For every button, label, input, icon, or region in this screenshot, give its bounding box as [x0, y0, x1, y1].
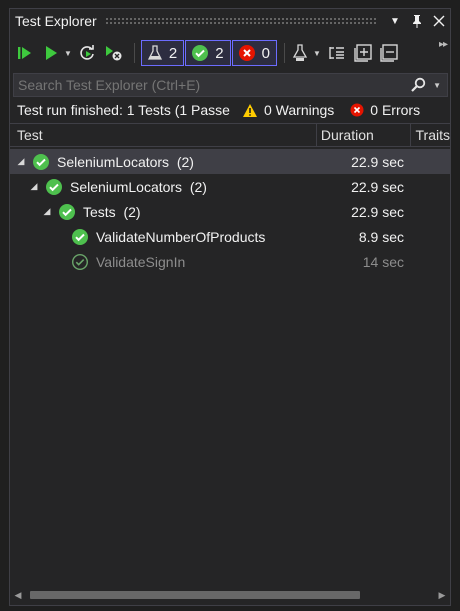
horizontal-scrollbar[interactable]: ◀ ▶ [10, 587, 450, 603]
total-tests-count: 2 [168, 44, 178, 62]
test-name: SeleniumLocators [57, 153, 170, 170]
search-options-dropdown-icon[interactable]: ▼ [433, 81, 441, 90]
toolbar-separator [133, 43, 135, 63]
tree-row[interactable]: ValidateNumberOfProducts 8.9 sec [10, 224, 450, 249]
column-header-traits[interactable]: Traits [411, 124, 450, 146]
expand-all-button[interactable] [351, 40, 375, 66]
run-all-icon [18, 47, 31, 59]
warnings-count: 0 Warnings [264, 102, 335, 118]
test-explorer-window: Test Explorer ▼ ▼ 2 2 0 ▼ ▸▸ Search Test… [9, 8, 451, 606]
scrollbar-track[interactable] [26, 591, 434, 599]
failed-icon [238, 45, 255, 61]
toolbar: ▼ 2 2 0 ▼ ▸▸ [10, 37, 450, 69]
test-count: (2) [189, 178, 207, 195]
playlist-icon [292, 44, 308, 61]
collapse-arrow-icon[interactable]: ◢ [29, 181, 39, 192]
tree-row[interactable]: ◢ Tests (2) 22.9 sec [10, 199, 450, 224]
repeat-last-run-icon [80, 45, 94, 60]
column-header-test[interactable]: Test [10, 124, 317, 146]
pin-icon[interactable] [406, 10, 428, 32]
expand-all-icon [354, 44, 372, 62]
test-duration: 8.9 sec [358, 228, 404, 245]
test-duration: 14 sec [362, 253, 404, 270]
collapse-arrow-icon[interactable]: ◢ [16, 156, 26, 167]
run-tests-button[interactable] [40, 40, 62, 66]
tree-row[interactable]: ◢ SeleniumLocators (2) 22.9 sec [10, 149, 450, 174]
tree-row[interactable]: ◢ SeleniumLocators (2) 22.9 sec [10, 174, 450, 199]
test-name: Tests [83, 203, 116, 220]
error-icon [350, 103, 364, 117]
scroll-right-icon[interactable]: ▶ [434, 590, 450, 601]
window-position-dropdown-icon[interactable]: ▼ [384, 10, 406, 32]
warnings-summary[interactable]: 0 Warnings [242, 102, 334, 118]
test-duration: 22.9 sec [351, 203, 404, 220]
errors-count: 0 Errors [370, 102, 421, 118]
run-icon [46, 46, 57, 60]
passed-icon [72, 228, 88, 245]
close-icon[interactable] [428, 10, 450, 32]
failed-tests-filter-button[interactable]: 0 [231, 40, 277, 66]
passed-icon [59, 203, 75, 220]
run-summary-bar: Test run finished: 1 Tests (1 Passed 0 W… [10, 99, 450, 121]
search-input[interactable] [14, 77, 404, 93]
scroll-left-icon[interactable]: ◀ [10, 590, 26, 601]
scrollbar-thumb[interactable] [30, 591, 360, 599]
test-duration: 22.9 sec [351, 178, 404, 195]
test-table-header: Test Duration Traits [10, 123, 450, 147]
window-title: Test Explorer [15, 13, 97, 29]
flask-icon [147, 45, 162, 60]
run-status-text: Test run finished: 1 Tests (1 Passed [17, 102, 230, 118]
passed-outline-icon [71, 253, 89, 270]
test-count: (2) [176, 153, 194, 170]
collapse-all-button[interactable] [377, 40, 401, 66]
failed-tests-count: 0 [261, 44, 270, 62]
passed-icon [46, 178, 62, 195]
title-bar: Test Explorer ▼ [10, 9, 450, 33]
group-by-button[interactable] [325, 40, 349, 66]
cancel-run-button[interactable] [102, 40, 126, 66]
search-box: ▼ [13, 73, 448, 97]
run-all-tests-button[interactable] [14, 40, 38, 66]
test-duration: 22.9 sec [351, 153, 404, 170]
group-by-icon [329, 47, 344, 59]
passed-icon [33, 153, 49, 170]
collapse-all-icon [380, 44, 398, 62]
toolbar-separator [283, 43, 285, 63]
warning-icon [243, 103, 257, 117]
playlist-dropdown-icon[interactable]: ▼ [313, 49, 321, 58]
test-name: SeleniumLocators [70, 178, 183, 195]
test-count: (2) [123, 203, 141, 220]
drag-grip[interactable] [104, 17, 376, 25]
passed-tests-count: 2 [215, 44, 224, 62]
passed-icon [192, 45, 209, 61]
run-dropdown-icon[interactable]: ▼ [64, 49, 72, 58]
column-header-duration[interactable]: Duration [317, 124, 411, 146]
test-tree: ◢ SeleniumLocators (2) 22.9 sec ◢ Seleni… [10, 149, 450, 274]
tree-row[interactable]: ValidateSignIn 14 sec [10, 249, 450, 274]
passed-tests-filter-button[interactable]: 2 [185, 40, 231, 66]
search-icon[interactable] [403, 77, 433, 93]
cancel-run-icon [105, 46, 122, 61]
collapse-arrow-icon[interactable]: ◢ [42, 206, 52, 217]
playlist-button[interactable] [291, 40, 311, 66]
toolbar-overflow-icon[interactable]: ▸▸ [439, 39, 448, 50]
repeat-last-run-button[interactable] [76, 40, 100, 66]
total-tests-filter-button[interactable]: 2 [140, 40, 185, 66]
errors-summary[interactable]: 0 Errors [350, 102, 420, 118]
